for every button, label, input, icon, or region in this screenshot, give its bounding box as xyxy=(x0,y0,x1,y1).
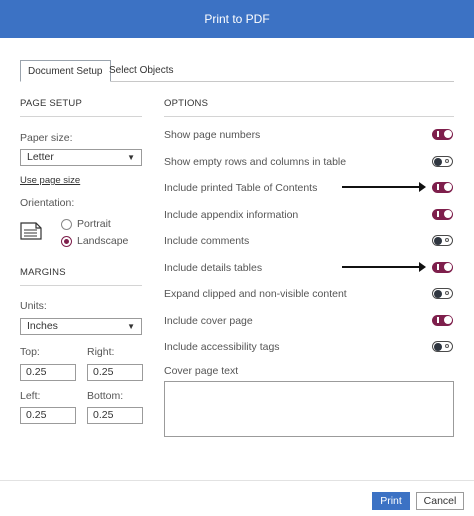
tab-select-objects[interactable]: Select Objects xyxy=(102,60,180,82)
toggle-show-page-numbers[interactable] xyxy=(432,129,453,140)
toggle-expand-clipped[interactable] xyxy=(432,288,453,299)
right-margin-label: Right: xyxy=(87,346,115,358)
orientation-label: Orientation: xyxy=(20,197,75,209)
toggle-appendix[interactable] xyxy=(432,209,453,220)
page-setup-divider xyxy=(20,116,142,117)
dialog-title-bar: Print to PDF xyxy=(0,0,474,38)
toggle-comments[interactable] xyxy=(432,235,453,246)
tab-document-setup[interactable]: Document Setup xyxy=(20,60,111,82)
use-page-size-link[interactable]: Use page size xyxy=(20,175,80,186)
margins-title: MARGINS xyxy=(20,267,66,278)
toggle-cover-page[interactable] xyxy=(432,315,453,326)
page-setup-title: PAGE SETUP xyxy=(20,98,83,109)
option-label-appendix: Include appendix information xyxy=(164,209,299,221)
units-select[interactable]: Inches ▼ xyxy=(20,318,142,335)
option-label-show-page-numbers: Show page numbers xyxy=(164,129,261,141)
left-margin-label: Left: xyxy=(20,390,41,402)
top-margin-label: Top: xyxy=(20,346,40,358)
print-button[interactable]: Print xyxy=(372,492,410,510)
right-margin-input[interactable]: 0.25 xyxy=(87,364,143,381)
cover-page-text-label: Cover page text xyxy=(164,365,239,377)
option-label-show-empty-rows: Show empty rows and columns in table xyxy=(164,156,347,168)
toggle-accessibility-tags[interactable] xyxy=(432,341,453,352)
option-label-comments: Include comments xyxy=(164,235,250,247)
portrait-radio[interactable] xyxy=(61,219,72,230)
chevron-down-icon: ▼ xyxy=(127,153,135,162)
bottom-margin-input[interactable]: 0.25 xyxy=(87,407,143,424)
units-label: Units: xyxy=(20,300,47,312)
option-label-table-of-contents: Include printed Table of Contents xyxy=(164,182,318,194)
footer-divider xyxy=(0,480,474,481)
dialog-title: Print to PDF xyxy=(204,12,270,26)
toggle-table-of-contents[interactable] xyxy=(432,182,453,193)
annotation-arrow xyxy=(342,262,426,272)
annotation-arrow xyxy=(342,182,426,192)
paper-size-select[interactable]: Letter ▼ xyxy=(20,149,142,166)
margins-divider xyxy=(20,285,142,286)
page-icon xyxy=(20,222,42,243)
cancel-button[interactable]: Cancel xyxy=(416,492,464,510)
chevron-down-icon: ▼ xyxy=(127,322,135,331)
top-margin-input[interactable]: 0.25 xyxy=(20,364,76,381)
paper-size-label: Paper size: xyxy=(20,132,73,144)
portrait-label: Portrait xyxy=(77,218,111,230)
options-title: OPTIONS xyxy=(164,98,209,109)
landscape-label: Landscape xyxy=(77,235,129,247)
paper-size-value: Letter xyxy=(27,151,54,163)
units-value: Inches xyxy=(27,320,58,332)
toggle-details-tables[interactable] xyxy=(432,262,453,273)
landscape-radio[interactable] xyxy=(61,236,72,247)
option-label-details-tables: Include details tables xyxy=(164,262,263,274)
options-divider xyxy=(164,116,454,117)
option-label-accessibility-tags: Include accessibility tags xyxy=(164,341,280,353)
option-label-expand-clipped: Expand clipped and non-visible content xyxy=(164,288,347,300)
left-margin-input[interactable]: 0.25 xyxy=(20,407,76,424)
toggle-show-empty-rows[interactable] xyxy=(432,156,453,167)
cover-page-text-input[interactable] xyxy=(164,381,454,437)
option-label-cover-page: Include cover page xyxy=(164,315,253,327)
bottom-margin-label: Bottom: xyxy=(87,390,124,402)
tab-bar: Document Setup Select Objects xyxy=(20,60,454,82)
